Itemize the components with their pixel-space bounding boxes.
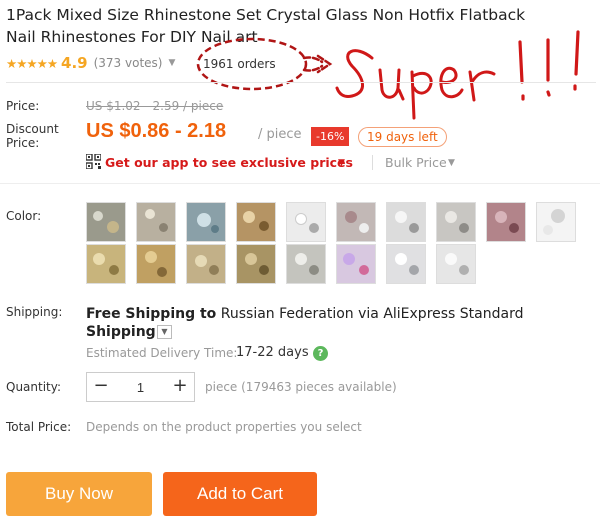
quantity-input[interactable] [115,373,166,401]
original-price: US $1.02 - 2.59 / piece [86,99,224,113]
add-to-cart-button[interactable]: Add to Cart [163,472,317,516]
color-swatch[interactable] [336,244,376,284]
color-swatch[interactable] [86,244,126,284]
help-icon[interactable]: ? [313,346,328,361]
divider [6,82,596,83]
separator [372,155,373,170]
section-divider [0,183,600,184]
color-swatch[interactable] [336,202,376,242]
color-swatch[interactable] [286,202,326,242]
chevron-down-icon[interactable]: ▼ [338,158,345,168]
color-swatch[interactable] [386,202,426,242]
quantity-stepper: − + [86,372,195,402]
color-swatch[interactable] [186,244,226,284]
free-shipping-text: Free Shipping to [86,306,217,322]
color-swatch[interactable] [136,202,176,242]
qr-code-icon[interactable] [86,154,101,169]
days-left-badge: 19 days left [358,127,447,147]
color-swatch[interactable] [236,244,276,284]
color-label: Color: [6,209,42,223]
total-price-label: Total Price: [6,420,72,434]
quantity-available: piece (179463 pieces available) [205,380,397,394]
buy-now-button[interactable]: Buy Now [6,472,152,516]
color-swatch[interactable] [436,244,476,284]
decrease-quantity-button[interactable]: − [87,373,115,401]
chevron-down-icon[interactable]: ▼ [157,325,172,339]
total-price-value: Depends on the product properties you se… [86,420,362,434]
color-swatch[interactable] [136,244,176,284]
estimated-delivery-label: Estimated Delivery Time: [86,346,238,360]
shipping-info: Free Shipping to Russian Federation via … [86,303,586,325]
price-label: Price: [6,99,40,113]
discount-percent-badge: -16% [311,127,350,146]
app-promo-link[interactable]: Get our app to see exclusive prices [105,155,353,170]
color-swatch[interactable] [536,202,576,242]
chevron-down-icon[interactable]: ▼ [448,158,455,168]
color-swatch[interactable] [286,244,326,284]
bulk-price-dropdown[interactable]: Bulk Price [385,155,447,170]
shipping-method: Shipping [86,324,156,340]
shipping-label: Shipping: [6,305,63,319]
color-swatch[interactable] [486,202,526,242]
shipping-destination: Russian Federation via AliExpress Standa… [220,306,524,322]
price-unit: / piece [258,127,302,142]
estimated-delivery-value: 17-22 days [236,345,309,360]
color-swatch[interactable] [386,244,426,284]
color-swatch[interactable] [186,202,226,242]
increase-quantity-button[interactable]: + [166,373,194,401]
color-swatch[interactable] [86,202,126,242]
color-swatch[interactable] [436,202,476,242]
discount-price-label: Discount Price: [6,122,59,150]
color-swatch[interactable] [236,202,276,242]
discount-price: US $0.86 - 2.18 [86,120,227,142]
quantity-label: Quantity: [6,380,62,394]
